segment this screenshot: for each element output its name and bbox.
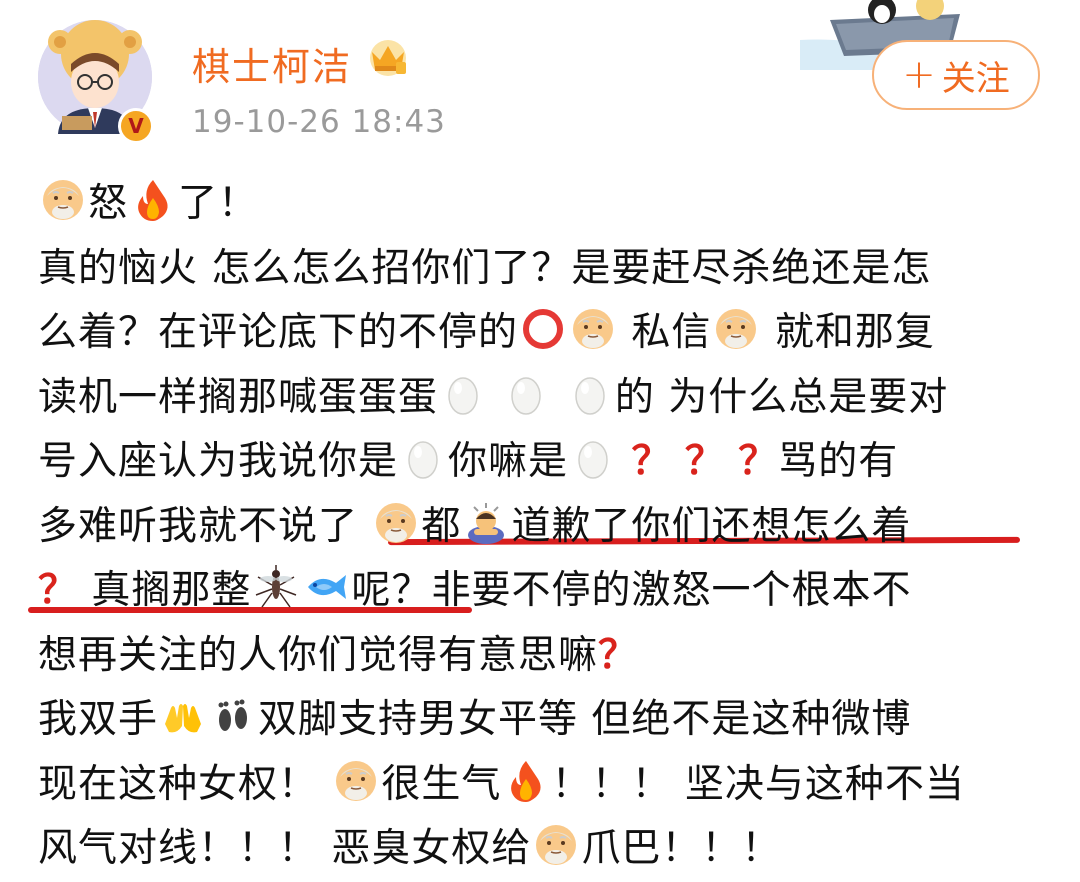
text-line: 号入座认为我说你是 你嘛是 ？ ？ ？骂的有 xyxy=(38,430,1038,495)
red-question-icon: ？ xyxy=(38,568,79,613)
red-question-icon: ？ xyxy=(738,439,779,484)
follow-label: 关注 xyxy=(941,58,1010,99)
text-segment: 爪巴！！！ xyxy=(581,826,782,871)
egg-icon xyxy=(568,372,612,416)
text-segment: 私信 xyxy=(631,310,712,355)
follow-button[interactable]: + 关注 xyxy=(872,40,1040,110)
text-segment: 么着？在评论底下的不停的 xyxy=(38,310,519,355)
text-segment: 读机一样搁那喊蛋蛋蛋 xyxy=(38,374,439,420)
mosquito-icon xyxy=(254,565,298,609)
text-segment: 都 xyxy=(421,503,462,549)
verified-badge-icon: V xyxy=(118,108,154,144)
text-segment: 骂的有 xyxy=(778,439,899,484)
text-segment: 很生气 xyxy=(381,761,502,807)
text-segment: 道歉了你们还想怎么着 xyxy=(511,503,912,549)
text-line: 读机一样搁那喊蛋蛋蛋 的 为什么总是要对 xyxy=(38,366,1038,431)
red-question-icon: ？ xyxy=(684,439,725,484)
text-segment: 就和那复 xyxy=(774,310,935,355)
text-segment: 呢？非要不停的激怒一个根本不 xyxy=(351,568,912,613)
text-segment: 多难听我就不说了 xyxy=(38,503,359,549)
text-segment: 怒 xyxy=(88,181,129,226)
plus-icon: + xyxy=(902,52,936,98)
text-line: 风气对线！！！ 恶臭女权给 爪巴！！！ xyxy=(38,817,1038,882)
text-segment: 真的恼火 怎么怎么招你们了？是要赶尽杀绝还是怎 xyxy=(38,245,932,291)
crown-icon xyxy=(370,40,406,76)
text-line: 多难听我就不说了 都 道歉了你们还想怎么着 xyxy=(38,495,1038,560)
text-segment: 风气对线！！！ 恶臭女权给 xyxy=(38,826,532,871)
text-segment: 双脚支持男女平等 但绝不是这种微博 xyxy=(258,697,912,742)
text-segment: 了！ xyxy=(178,181,259,226)
red-circle-icon xyxy=(521,307,565,351)
username[interactable]: 棋士柯洁 xyxy=(192,36,352,91)
text-segment: ！！！ 坚决与这种不当 xyxy=(551,761,965,807)
text-line: 真的恼火 怎么怎么招你们了？是要赶尽杀绝还是怎 xyxy=(38,237,1038,302)
post-timestamp: 19-10-26 18:43 xyxy=(192,104,446,140)
footprints-icon xyxy=(211,694,255,738)
red-question-icon: ？ xyxy=(598,632,639,678)
text-segment: 我双手 xyxy=(38,697,159,742)
text-segment: 的 为什么总是要对 xyxy=(614,374,949,420)
post-content: 怒 了！ 真的恼火 怎么怎么招你们了？是要赶尽杀绝还是怎 么着？在评论底下的不停的… xyxy=(38,172,1038,882)
text-line: ？ 真搁那整 呢？非要不停的激怒一个根本不 xyxy=(38,559,1038,624)
raised-hands-icon xyxy=(161,694,205,738)
text-line: 现在这种女权！ 很生气 ！！！ 坚决与这种不当 xyxy=(38,753,1038,818)
verified-badge-label: V xyxy=(128,114,144,138)
text-segment: 想再关注的人你们觉得有意思嘛 xyxy=(38,632,599,678)
egg-icon xyxy=(504,372,548,416)
text-line: 我双手 双脚支持男女平等 但绝不是这种微博 xyxy=(38,688,1038,753)
fire-icon xyxy=(131,178,175,222)
egg-icon xyxy=(571,436,615,480)
old-man-face-icon xyxy=(534,823,578,867)
text-segment: 现在这种女权！ xyxy=(38,761,319,807)
text-line: 想再关注的人你们觉得有意思嘛？ xyxy=(38,624,1038,689)
text-segment: 号入座认为我说你是 xyxy=(38,439,399,484)
old-man-face-icon xyxy=(334,759,378,803)
old-man-face-icon xyxy=(41,178,85,222)
red-question-icon: ？ xyxy=(631,439,672,484)
old-man-face-icon xyxy=(571,307,615,351)
bowing-person-icon xyxy=(464,501,508,545)
egg-icon xyxy=(441,372,485,416)
text-line: 么着？在评论底下的不停的 私信 就和那复 xyxy=(38,301,1038,366)
text-segment: 你嘛是 xyxy=(448,439,569,484)
text-line: 怒 了！ xyxy=(38,172,1038,237)
old-man-face-icon xyxy=(714,307,758,351)
text-segment: 真搁那整 xyxy=(91,568,252,613)
egg-icon xyxy=(401,436,445,480)
fish-icon xyxy=(304,565,348,609)
fire-icon xyxy=(504,759,548,803)
old-man-face-icon xyxy=(374,501,418,545)
